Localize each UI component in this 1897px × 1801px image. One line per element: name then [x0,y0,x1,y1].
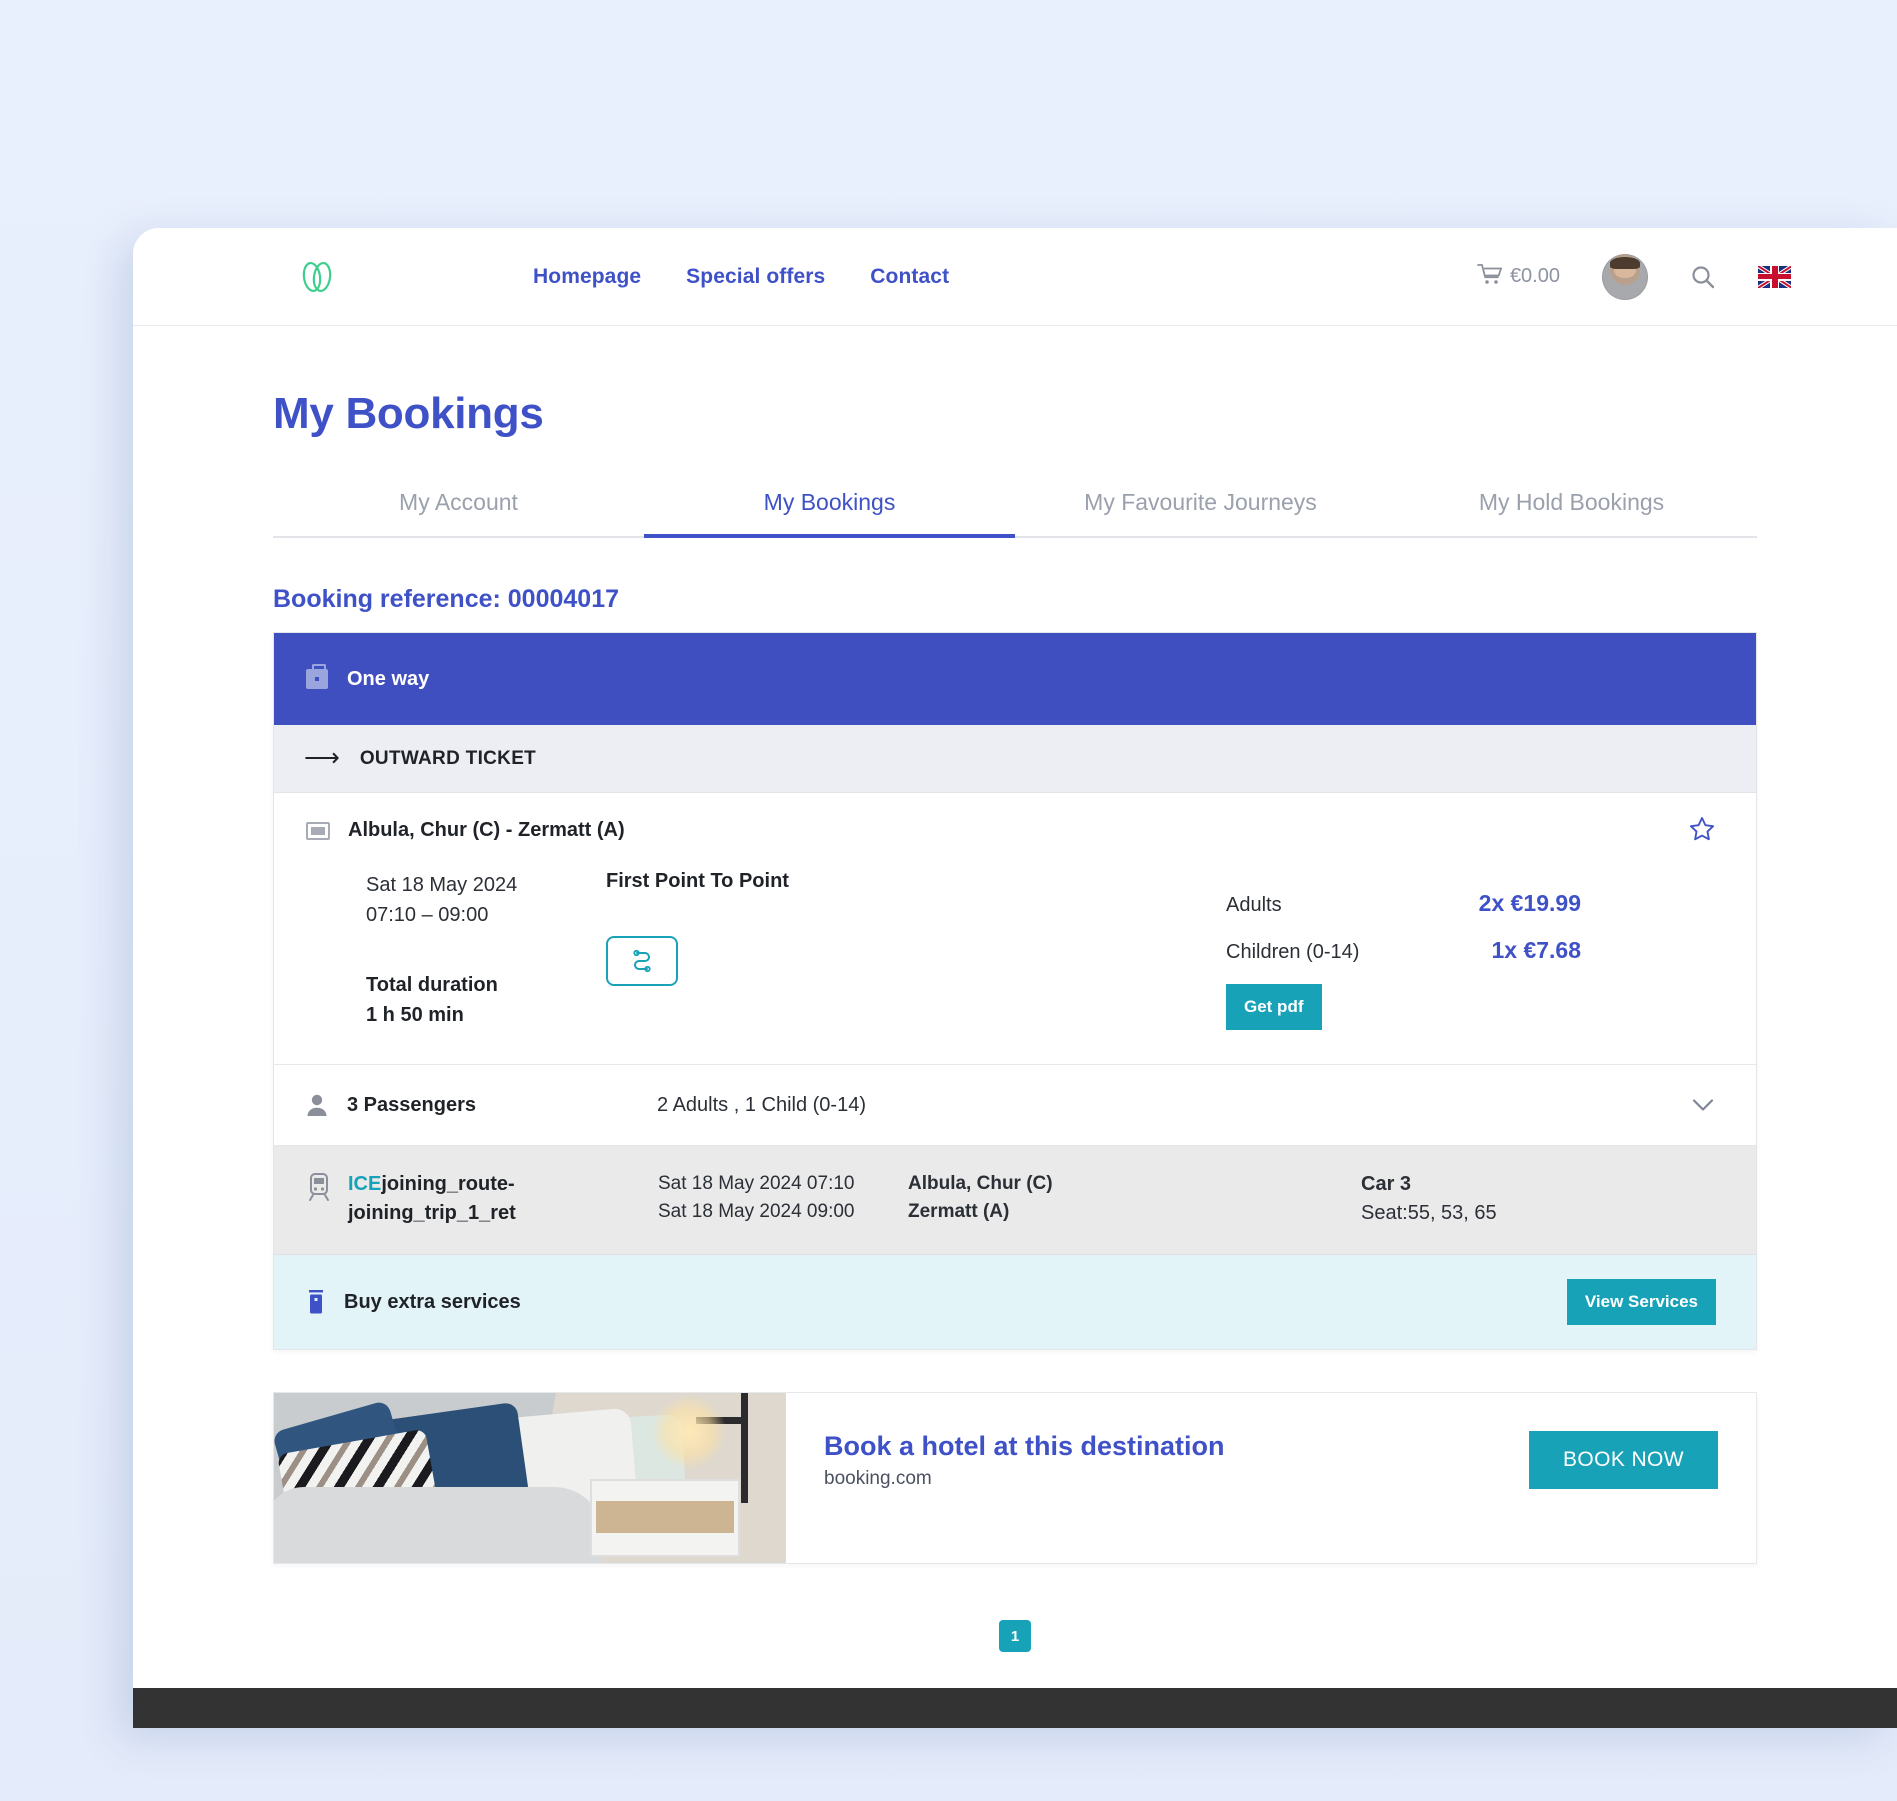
account-tabs: My Account My Bookings My Favourite Jour… [273,489,1757,538]
journey-time-col: Sat 18 May 2024 07:10 – 09:00 Total dura… [306,870,606,1030]
leg-depart-time: Sat 18 May 2024 07:10 [658,1173,855,1194]
chevron-down-icon[interactable] [1692,1099,1714,1112]
tab-my-hold-bookings[interactable]: My Hold Bookings [1386,489,1757,536]
leg-seats: Seat:55, 53, 65 [1361,1202,1497,1224]
pagination-page-1[interactable]: 1 [999,1620,1031,1652]
booking-card-header: One way [274,633,1756,725]
uk-flag-icon[interactable] [1758,265,1791,288]
fare-name: First Point To Point [606,870,789,892]
outward-ticket-label: OUTWARD TICKET [359,747,537,769]
leg-car: Car 3 [1361,1173,1412,1195]
cart-amount: €0.00 [1509,265,1560,287]
main-nav: Homepage Special offers Contact [533,265,949,289]
view-services-button[interactable]: View Services [1566,1279,1716,1325]
arrow-right-icon: ⟶ [304,744,340,772]
train-icon [306,1172,332,1202]
price-row: Adults 2x €19.99 [1226,890,1581,917]
extra-services-label: Buy extra services [344,1290,521,1313]
leg-service-name: ICEjoining_route- joining_trip_1_ret [348,1170,658,1228]
ticket-icon [306,821,330,840]
leg-arrive-time: Sat 18 May 2024 09:00 [658,1200,855,1222]
tab-my-bookings[interactable]: My Bookings [644,489,1015,538]
price-label-adults: Adults [1226,894,1282,916]
duration-label: Total duration [366,974,498,996]
route-label: Albula, Chur (C) - Zermatt (A) [348,819,625,841]
infinity-loop-logo[interactable] [294,254,340,300]
briefcase-icon [306,664,328,689]
price-label-children: Children (0-14) [1226,941,1360,963]
route-heading: Albula, Chur (C) - Zermatt (A) [306,819,1716,842]
tab-my-favourite-journeys[interactable]: My Favourite Journeys [1015,489,1386,536]
booking-reference: Booking reference: 00004017 [273,585,620,613]
site-header: Homepage Special offers Contact €0.00 [133,228,1897,326]
search-icon[interactable] [1690,264,1716,290]
page-title: My Bookings [273,389,544,438]
leg-arrive-station: Zermatt (A) [908,1200,1010,1222]
leg-service-code: ICE [348,1173,382,1195]
leg-times: Sat 18 May 2024 07:10 Albula, Chur (C) Sa… [658,1170,1361,1228]
nav-item-contact[interactable]: Contact [870,265,949,289]
journey-fare-col: First Point To Point [606,870,1226,986]
price-value-adults: 2x €19.99 [1478,890,1581,916]
leg-depart-station: Albula, Chur (C) [908,1173,1053,1194]
price-value-children: 1x €7.68 [1491,937,1581,963]
hotel-banner: Book a hotel at this destination booking… [273,1392,1757,1564]
get-pdf-button[interactable]: Get pdf [1226,984,1322,1030]
passenger-breakdown: 2 Adults , 1 Child (0-14) [657,1093,866,1116]
tab-my-account[interactable]: My Account [273,489,644,536]
pagination: 1 [273,1620,1757,1652]
passenger-count: 3 Passengers [347,1093,476,1116]
leg-seat-info: Car 3 Seat:55, 53, 65 [1361,1170,1716,1228]
main-content: My Bookings My Account My Bookings My Fa… [133,389,1897,1652]
services-icon [306,1289,326,1315]
cart-button[interactable]: €0.00 [1477,263,1560,291]
route-path-icon[interactable] [606,936,678,986]
leg-service-name-line1: joining_route- [381,1173,515,1195]
browser-window: Homepage Special offers Contact €0.00 My… [133,228,1897,1728]
hotel-banner-body: Book a hotel at this destination booking… [786,1393,1756,1563]
nav-item-special-offers[interactable]: Special offers [686,265,825,289]
passengers-row[interactable]: 3 Passengers 2 Adults , 1 Child (0-14) [274,1065,1756,1146]
shopping-cart-icon [1477,263,1503,291]
journey-time-range: 07:10 – 09:00 [366,904,489,926]
duration-value: 1 h 50 min [366,1004,464,1026]
journey-date: Sat 18 May 2024 [366,874,518,896]
trip-type-label: One way [347,667,430,690]
extra-services-row: Buy extra services View Services [274,1255,1756,1349]
site-footer: Copyright © General terms and conditions… [133,1688,1897,1728]
star-outline-icon[interactable] [1688,815,1716,843]
user-avatar[interactable] [1602,253,1648,300]
booking-card: One way ⟶ OUTWARD TICKET Albula, Chur (C… [273,632,1757,1350]
outward-ticket-bar: ⟶ OUTWARD TICKET [274,725,1756,793]
screenshot-root: Homepage Special offers Contact €0.00 My… [0,0,1897,1801]
journey-block: Albula, Chur (C) - Zermatt (A) Sat 18 Ma… [274,793,1756,1065]
hotel-bedroom-photo [274,1393,786,1563]
person-icon [306,1093,328,1117]
price-row: Children (0-14) 1x €7.68 [1226,937,1581,964]
journey-details-row: Sat 18 May 2024 07:10 – 09:00 Total dura… [306,870,1716,1030]
book-now-button[interactable]: BOOK NOW [1528,1431,1718,1489]
price-list: Adults 2x €19.99 Children (0-14) 1x €7.6… [1226,890,1716,964]
header-actions: €0.00 [1477,253,1791,300]
leg-service-name-line2: joining_trip_1_ret [348,1202,516,1224]
nav-item-homepage[interactable]: Homepage [533,265,641,289]
journey-leg-row: ICEjoining_route- joining_trip_1_ret Sat… [274,1146,1756,1255]
journey-price-col: Adults 2x €19.99 Children (0-14) 1x €7.6… [1226,870,1716,1030]
